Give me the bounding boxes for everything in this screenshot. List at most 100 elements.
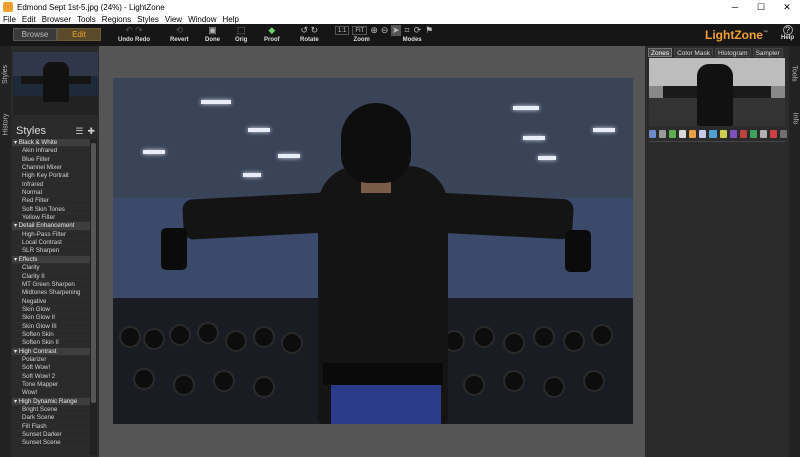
style-category[interactable]: Detail Enhancement	[12, 222, 90, 231]
list-icon[interactable]: ☰	[75, 126, 83, 137]
tab-styles[interactable]: Styles	[0, 54, 11, 94]
style-item[interactable]: Blue Filter	[12, 155, 90, 165]
tool-icon[interactable]	[769, 129, 778, 138]
tool-icon[interactable]	[709, 129, 717, 138]
close-button[interactable]: ✕	[774, 0, 800, 14]
style-category[interactable]: Effects	[12, 255, 90, 265]
style-item[interactable]: SLR Sharpen	[12, 247, 90, 256]
tab-tools[interactable]: Tools	[789, 60, 800, 86]
tool-icon[interactable]	[739, 129, 747, 138]
zoom-fit-button[interactable]: FIT	[352, 26, 368, 35]
styles-scrollbar[interactable]	[90, 139, 97, 455]
maximize-button[interactable]: ☐	[748, 0, 774, 14]
menu-regions[interactable]: Regions	[102, 15, 131, 24]
style-item[interactable]: Local Contrast	[12, 239, 90, 248]
style-item[interactable]: Channel Mixer	[12, 164, 90, 173]
help-tool[interactable]: ? Help	[781, 25, 794, 41]
tab-color-mask[interactable]: Color Mask	[674, 48, 713, 57]
tool-icon[interactable]	[780, 129, 788, 138]
style-item[interactable]: Soft Wow!	[12, 364, 90, 373]
crop-mode-icon[interactable]: ⌗	[405, 25, 410, 36]
style-item[interactable]: Normal	[12, 189, 90, 198]
style-item[interactable]: Soft Skin Tones	[12, 205, 90, 215]
tab-zones[interactable]: Zones	[648, 48, 673, 57]
tool-icon[interactable]	[669, 129, 677, 138]
tab-histogram[interactable]: Histogram	[714, 48, 751, 57]
style-item[interactable]: Wow!	[12, 389, 90, 398]
style-item[interactable]: Fill Flash	[12, 422, 90, 432]
revert-label: Revert	[170, 37, 189, 43]
style-item[interactable]: Tone Mapper	[12, 380, 90, 390]
style-item[interactable]: Yellow Filter	[12, 214, 90, 223]
zoom-1to1-button[interactable]: 1:1	[335, 26, 350, 35]
style-category[interactable]: Black & White	[12, 139, 90, 148]
rotate-left-icon[interactable]: ↺	[301, 25, 309, 36]
style-item[interactable]: Clarity II	[12, 272, 90, 281]
style-item[interactable]: Sunset Darker	[12, 431, 90, 440]
menu-window[interactable]: Window	[188, 15, 216, 24]
style-item[interactable]: Skin Glow	[12, 305, 90, 315]
menu-browser[interactable]: Browser	[42, 15, 71, 24]
zoom-out-icon[interactable]: ⊖	[381, 25, 389, 36]
style-item[interactable]: Akin Infrared	[12, 147, 90, 156]
undo-redo-tool[interactable]: ↶ ↷ Undo Redo	[118, 25, 150, 43]
menu-help[interactable]: Help	[223, 15, 239, 24]
browse-button[interactable]: Browse	[13, 28, 57, 41]
tab-sampler[interactable]: Sampler	[752, 48, 783, 57]
style-item[interactable]: Sunset Scene	[12, 439, 90, 448]
style-item[interactable]: Negative	[12, 297, 90, 306]
tab-info[interactable]: Info	[789, 108, 800, 128]
divider	[649, 141, 785, 142]
style-item[interactable]: Soften Skin II	[12, 339, 90, 348]
menu-styles[interactable]: Styles	[137, 15, 159, 24]
rotate-tool[interactable]: ↺ ↻ Rotate	[300, 25, 319, 43]
tool-icon[interactable]	[719, 129, 727, 138]
arrow-mode-icon[interactable]: ➤	[391, 25, 401, 36]
style-item[interactable]: Dark Scene	[12, 414, 90, 423]
image-canvas[interactable]	[99, 46, 645, 457]
minimize-button[interactable]: ─	[722, 0, 748, 14]
style-item[interactable]: High-Pass Filter	[12, 230, 90, 240]
style-item[interactable]: Bright Scene	[12, 406, 90, 415]
tool-icon[interactable]	[679, 129, 687, 138]
style-item[interactable]: Clarity	[12, 264, 90, 273]
tool-icon[interactable]	[699, 129, 707, 138]
style-item[interactable]: Red Filter	[12, 197, 90, 206]
style-item[interactable]: Soft Wow! 2	[12, 372, 90, 381]
orig-tool[interactable]: ⬚ Orig	[235, 25, 247, 43]
style-item[interactable]: Infrared	[12, 180, 90, 190]
region-mode-icon[interactable]: ⚑	[425, 25, 433, 36]
edited-photo[interactable]	[113, 78, 633, 424]
tool-icon[interactable]	[659, 129, 667, 138]
done-tool[interactable]: ▣ Done	[205, 25, 220, 43]
style-item[interactable]: High Key Portrait	[12, 172, 90, 181]
scrollbar-thumb[interactable]	[91, 143, 96, 403]
menu-edit[interactable]: Edit	[22, 15, 36, 24]
undo-icon: ↶	[125, 25, 133, 35]
rotate-right-icon[interactable]: ↻	[311, 25, 319, 36]
zones-preview[interactable]	[649, 58, 785, 126]
style-item[interactable]: Midtones Sharpening	[12, 289, 90, 298]
edit-button[interactable]: Edit	[57, 28, 101, 41]
menu-file[interactable]: File	[3, 15, 16, 24]
tool-icon[interactable]	[689, 129, 697, 138]
tool-icon[interactable]	[649, 129, 657, 138]
style-item[interactable]: Skin Glow III	[12, 322, 90, 331]
menu-tools[interactable]: Tools	[77, 15, 96, 24]
plus-icon[interactable]: ✚	[87, 126, 95, 137]
rotate-mode-icon[interactable]: ⟳	[414, 25, 422, 36]
tool-icon[interactable]	[749, 129, 757, 138]
menu-view[interactable]: View	[165, 15, 182, 24]
tool-icon[interactable]	[729, 129, 737, 138]
style-item[interactable]: Polarizer	[12, 355, 90, 365]
style-item[interactable]: MT Green Sharpen	[12, 280, 90, 290]
revert-tool[interactable]: ⟲ Revert	[170, 25, 189, 43]
style-category[interactable]: High Contrast	[12, 347, 90, 356]
proof-tool[interactable]: ◆ Proof	[264, 25, 280, 43]
tool-icon[interactable]	[759, 129, 767, 138]
style-item[interactable]: Skin Glow II	[12, 314, 90, 323]
style-category[interactable]: High Dynamic Range	[12, 397, 90, 406]
tab-history[interactable]: History	[0, 104, 11, 144]
zoom-in-icon[interactable]: ⊕	[370, 25, 378, 36]
style-item[interactable]: Soften Skin	[12, 330, 90, 340]
